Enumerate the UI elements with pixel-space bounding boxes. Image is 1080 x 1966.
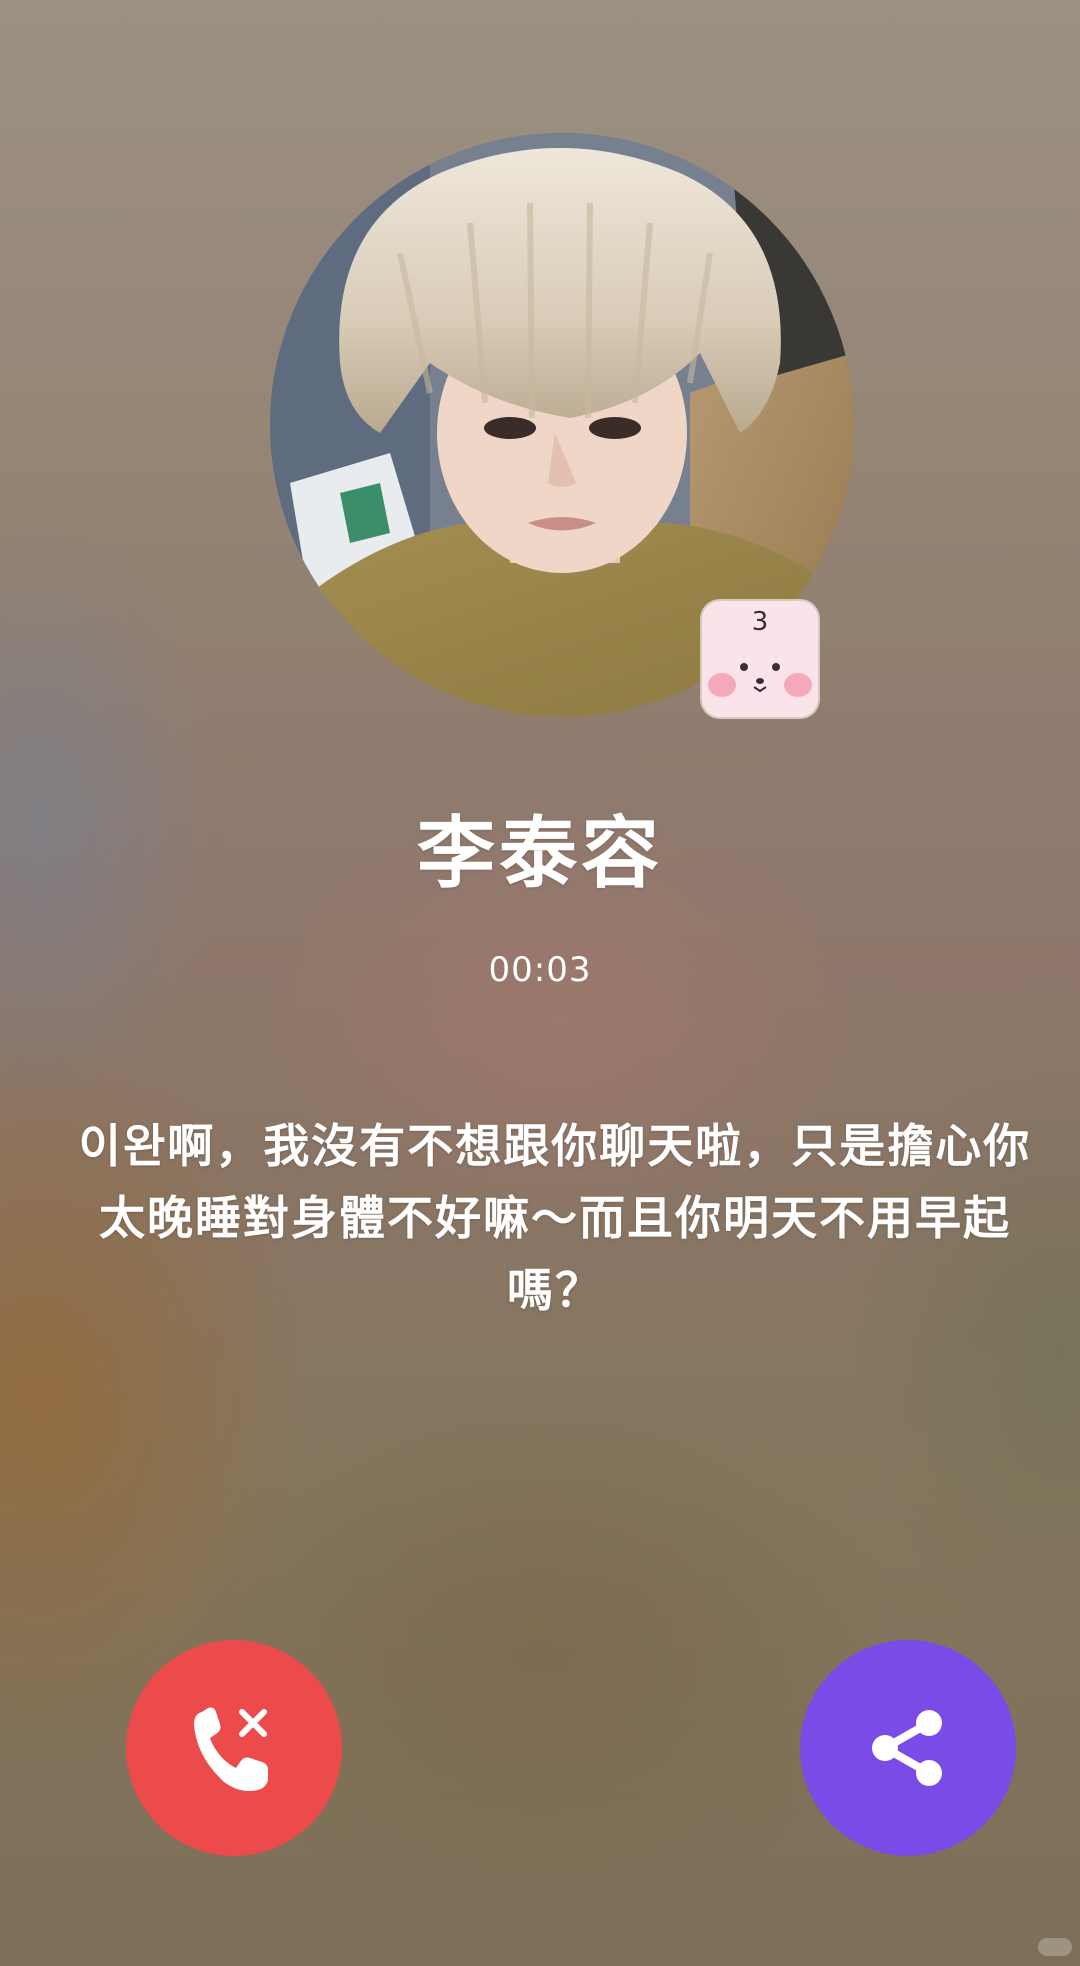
share-button[interactable] xyxy=(800,1640,1016,1856)
phone-x-icon xyxy=(194,1707,268,1791)
share-icon xyxy=(872,1710,942,1786)
watermark xyxy=(1038,1938,1072,1956)
contact-avatar-group: 3 xyxy=(270,133,854,717)
bear-sticker: 3 xyxy=(702,601,818,717)
bear-face-icon xyxy=(708,663,812,697)
end-call-button[interactable] xyxy=(126,1640,342,1856)
call-caption: 이완啊，我沒有不想跟你聊天啦，只是擔心你太晚睡對身體不好嘛～而且你明天不用早起嗎… xyxy=(78,1119,1032,1317)
contact-name: 李泰容 xyxy=(416,809,663,899)
call-duration: 00:03 xyxy=(488,950,592,990)
